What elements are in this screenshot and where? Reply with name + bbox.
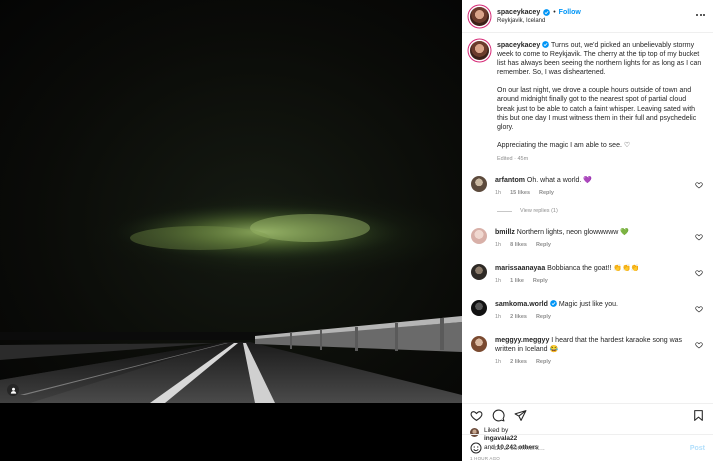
person-icon [10,387,16,394]
caption-username[interactable]: spaceykacey [497,42,540,49]
comment-text: Bobbianca the goat!! 👏👏👏 [547,265,640,273]
author-avatar[interactable] [470,6,489,26]
author-username[interactable]: spaceykacey [497,9,540,16]
verified-badge-icon [543,8,551,16]
post-actions-bar [462,402,713,427]
aurora-road-photo [0,0,462,403]
view-replies-button[interactable]: View replies (1) [497,208,705,214]
heart-icon[interactable] [695,341,703,349]
comment-username[interactable]: samkoma.world [495,301,548,308]
comment-text: Northern lights, neon glowwwww 💚 [516,229,630,237]
reply-button[interactable]: Reply [536,241,551,250]
heart-icon[interactable] [695,305,703,313]
paper-plane-icon[interactable] [514,409,527,422]
commenter-avatar[interactable] [471,176,487,193]
view-replies-label: View replies (1) [520,208,558,215]
post-comment-button[interactable]: Post [690,445,705,452]
author-info: spaceykacey • Follow Reykjavik, Iceland [497,9,581,24]
comment-username[interactable]: bmillz [495,229,515,236]
heart-icon[interactable] [695,269,703,277]
reply-button[interactable]: Reply [533,277,548,286]
reply-button[interactable]: Reply [539,189,554,198]
heart-icon[interactable] [695,233,703,241]
heart-icon[interactable] [470,409,483,422]
post-caption: spaceykacey Turns out, we'd picked an un… [470,41,705,164]
user-tag-icon[interactable] [7,384,19,396]
comment-likes[interactable]: 1 like [510,277,524,286]
comment-text: Magic just like you. [558,301,618,309]
comment-age: 1h [495,190,502,197]
comment-item: arfantom Oh. what a world. 💜 1h 15 likes… [470,176,705,198]
caption-paragraph-1: spaceykacey Turns out, we'd picked an un… [497,41,705,77]
caption-avatar[interactable] [470,41,489,60]
comment-age: 1h [495,314,502,321]
comment-username[interactable]: meggyy.meggyy [495,337,549,344]
commenter-avatar[interactable] [471,228,487,245]
comment-likes[interactable]: 8 likes [510,241,527,250]
post-media [0,0,462,461]
comment-text: Oh. what a world. 💜 [526,177,593,185]
add-comment-bar: Post [462,434,713,461]
post-location[interactable]: Reykjavik, Iceland [497,18,581,24]
post-side-panel: spaceykacey • Follow Reykjavik, Iceland … [462,0,713,461]
verified-badge-icon [542,41,550,48]
smiley-icon[interactable] [470,442,482,454]
commenter-avatar[interactable] [471,300,487,317]
comment-likes[interactable]: 2 likes [510,358,527,367]
comment-age: 1h [495,242,502,249]
comment-input[interactable] [490,444,682,452]
comment-likes[interactable]: 2 likes [510,313,527,322]
heart-icon[interactable] [695,181,703,189]
comment-username[interactable]: marissaanayaa [495,265,545,272]
comment-age: 1h [495,359,502,366]
reply-button[interactable]: Reply [536,313,551,322]
comment-likes[interactable]: 15 likes [510,189,530,198]
more-horizontal-icon[interactable] [696,14,705,16]
comment-item: bmillz Northern lights, neon glowwwww 💚 … [470,228,705,250]
post-header: spaceykacey • Follow Reykjavik, Iceland [462,0,713,33]
comment-age: 1h [495,278,502,285]
commenter-avatar[interactable] [471,336,487,353]
replies-divider [497,210,512,212]
caption-paragraph-3: Appreciating the magic I am able to see.… [497,141,631,149]
liked-by-prefix: Liked by [484,426,509,434]
comment-item: marissaanayaa Bobbianca the goat!! 👏👏👏 1… [470,264,705,286]
caption-paragraph-2: On our last night, we drove a couple hou… [497,87,697,131]
comments-list[interactable]: spaceykacey Turns out, we'd picked an un… [462,33,713,403]
comment-username[interactable]: arfantom [495,177,525,184]
reply-button[interactable]: Reply [536,358,551,367]
follow-button[interactable]: Follow [559,9,581,16]
comment-bubble-icon[interactable] [492,409,505,422]
separator-dot: • [553,8,556,16]
comment-item: samkoma.world Magic just like you. 1h 2 … [470,300,705,322]
caption-meta: Edited · 45m [497,155,529,162]
bookmark-icon[interactable] [692,409,705,422]
verified-badge-icon [550,300,557,307]
post-dialog: spaceykacey • Follow Reykjavik, Iceland … [0,0,713,461]
comment-item: meggyy.meggyy I heard that the hardest k… [470,336,705,367]
commenter-avatar[interactable] [471,264,487,281]
